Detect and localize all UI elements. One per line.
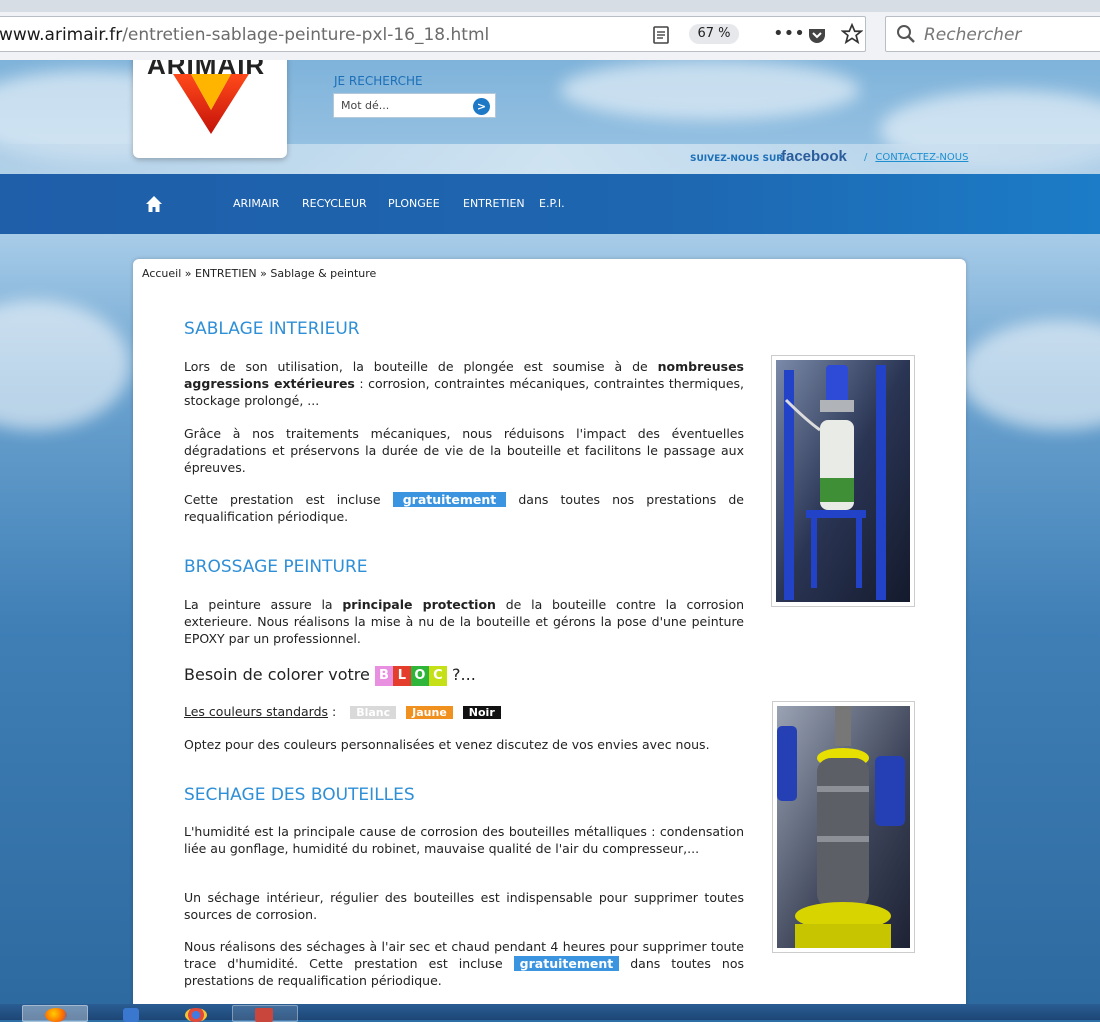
color-swatch: Blanc: [350, 706, 397, 719]
browser-search-field[interactable]: Rechercher: [885, 16, 1100, 52]
pocket-icon[interactable]: [807, 25, 827, 45]
bloc-letter: O: [410, 665, 429, 686]
nav-item-arimair[interactable]: ARIMAIR: [233, 197, 279, 210]
nav-item-plongee[interactable]: PLONGEE: [388, 197, 440, 210]
breadcrumb[interactable]: Accueil » ENTRETIEN » Sablage & peinture: [142, 267, 376, 280]
color-swatch: Noir: [462, 706, 501, 719]
standard-colors-label: Les couleurs standards: [184, 704, 329, 719]
cylinder-painting-photo: [772, 701, 915, 953]
sechage-paragraph-2: Un séchage intérieur, régulier des boute…: [184, 890, 744, 922]
taskbar-app-chrome[interactable]: [162, 1005, 228, 1022]
nav-item-entretien[interactable]: ENTRETIEN: [463, 197, 525, 210]
sandblasting-machine-image: [776, 360, 910, 602]
os-taskbar: [0, 1004, 1100, 1022]
url-host: www.arimair.fr: [0, 25, 123, 45]
bookmark-star-icon[interactable]: [841, 23, 863, 45]
contact-separator: /: [864, 152, 868, 163]
search-placeholder: Rechercher: [924, 25, 1022, 45]
sechage-paragraph-1: L'humidité est la principale cause de co…: [184, 824, 744, 856]
facebook-link[interactable]: facebook: [781, 148, 847, 165]
color-swatch: Jaune: [406, 706, 453, 719]
sablage-paragraph-3: Cette prestation est incluse gratuitemen…: [184, 492, 744, 524]
cloud-decoration: [0, 300, 130, 430]
highlight-gratuitement: gratuitement: [392, 492, 507, 507]
sandblasting-machine-photo: [771, 355, 915, 607]
main-navigation: ARIMAIR RECYCLEUR PLONGEE ENTRETIEN E.P.…: [0, 174, 1100, 234]
web-page: ARIMAIR JE RECHERCHE Mot dé... > SUIVEZ-…: [0, 60, 1100, 1004]
follow-label: SUIVEZ-NOUS SUR: [690, 154, 784, 164]
site-search-input[interactable]: Mot dé... >: [333, 93, 496, 118]
url-text[interactable]: www.arimair.fr/entretien-sablage-peintur…: [0, 25, 489, 45]
site-logo[interactable]: ARIMAIR: [133, 60, 287, 158]
page-actions-icon[interactable]: •••: [773, 23, 805, 45]
section-title-sablage: SABLAGE INTERIEUR: [184, 319, 360, 339]
cloud-decoration: [560, 60, 860, 120]
sablage-paragraph-2: Grâce à nos traitements mécaniques, nous…: [184, 426, 744, 475]
search-submit-button[interactable]: >: [473, 98, 490, 115]
taskbar-app-other[interactable]: [232, 1005, 298, 1022]
site-search-placeholder: Mot dé...: [341, 99, 390, 112]
contact-link[interactable]: / CONTACTEZ-NOUS: [864, 152, 968, 163]
standard-colors: Les couleurs standards : Blanc Jaune Noir: [184, 704, 501, 719]
cloud-decoration: [960, 320, 1100, 430]
zoom-level[interactable]: 67 %: [689, 24, 739, 44]
bloc-letter: L: [392, 665, 411, 686]
nav-item-epi[interactable]: E.P.I.: [539, 197, 565, 210]
cylinder-painting-image: [777, 706, 910, 948]
section-title-sechage: SECHAGE DES BOUTEILLES: [184, 785, 415, 805]
section-title-brossage: BROSSAGE PEINTURE: [184, 557, 368, 577]
contact-label: CONTACTEZ-NOUS: [875, 152, 969, 163]
search-icon: [897, 25, 915, 43]
nav-item-recycleur[interactable]: RECYCLEUR: [302, 197, 367, 210]
browser-toolbar: www.arimair.fr/entretien-sablage-peintur…: [0, 0, 1100, 61]
url-path: /entretien-sablage-peinture-pxl-16_18.ht…: [122, 25, 490, 45]
sechage-paragraph-3: Nous réalisons des séchages à l'air sec …: [184, 939, 744, 988]
search-label: JE RECHERCHE: [334, 74, 423, 88]
taskbar-app-firefox[interactable]: [22, 1005, 88, 1022]
taskbar-app-explorer[interactable]: [96, 1005, 162, 1022]
bloc-letter: B: [374, 665, 393, 686]
brossage-paragraph-1: La peinture assure la principale protect…: [184, 597, 745, 646]
logo-v-icon: [173, 74, 249, 134]
content-panel: Accueil » ENTRETIEN » Sablage & peinture…: [133, 259, 966, 1004]
sablage-paragraph-1: Lors de son utilisation, la bouteille de…: [184, 359, 744, 408]
highlight-gratuitement: gratuitement: [513, 956, 620, 971]
reader-view-icon[interactable]: [651, 25, 671, 45]
bloc-heading: Besoin de colorer votre BLOC ?...: [184, 665, 476, 686]
bloc-badge: BLOC: [374, 665, 447, 686]
bloc-letter: C: [428, 665, 447, 686]
home-icon[interactable]: [145, 195, 163, 213]
address-bar[interactable]: www.arimair.fr/entretien-sablage-peintur…: [0, 16, 866, 52]
brossage-paragraph-2: Optez pour des couleurs personnalisées e…: [184, 737, 710, 752]
browser-tabstrip: [0, 0, 1100, 12]
